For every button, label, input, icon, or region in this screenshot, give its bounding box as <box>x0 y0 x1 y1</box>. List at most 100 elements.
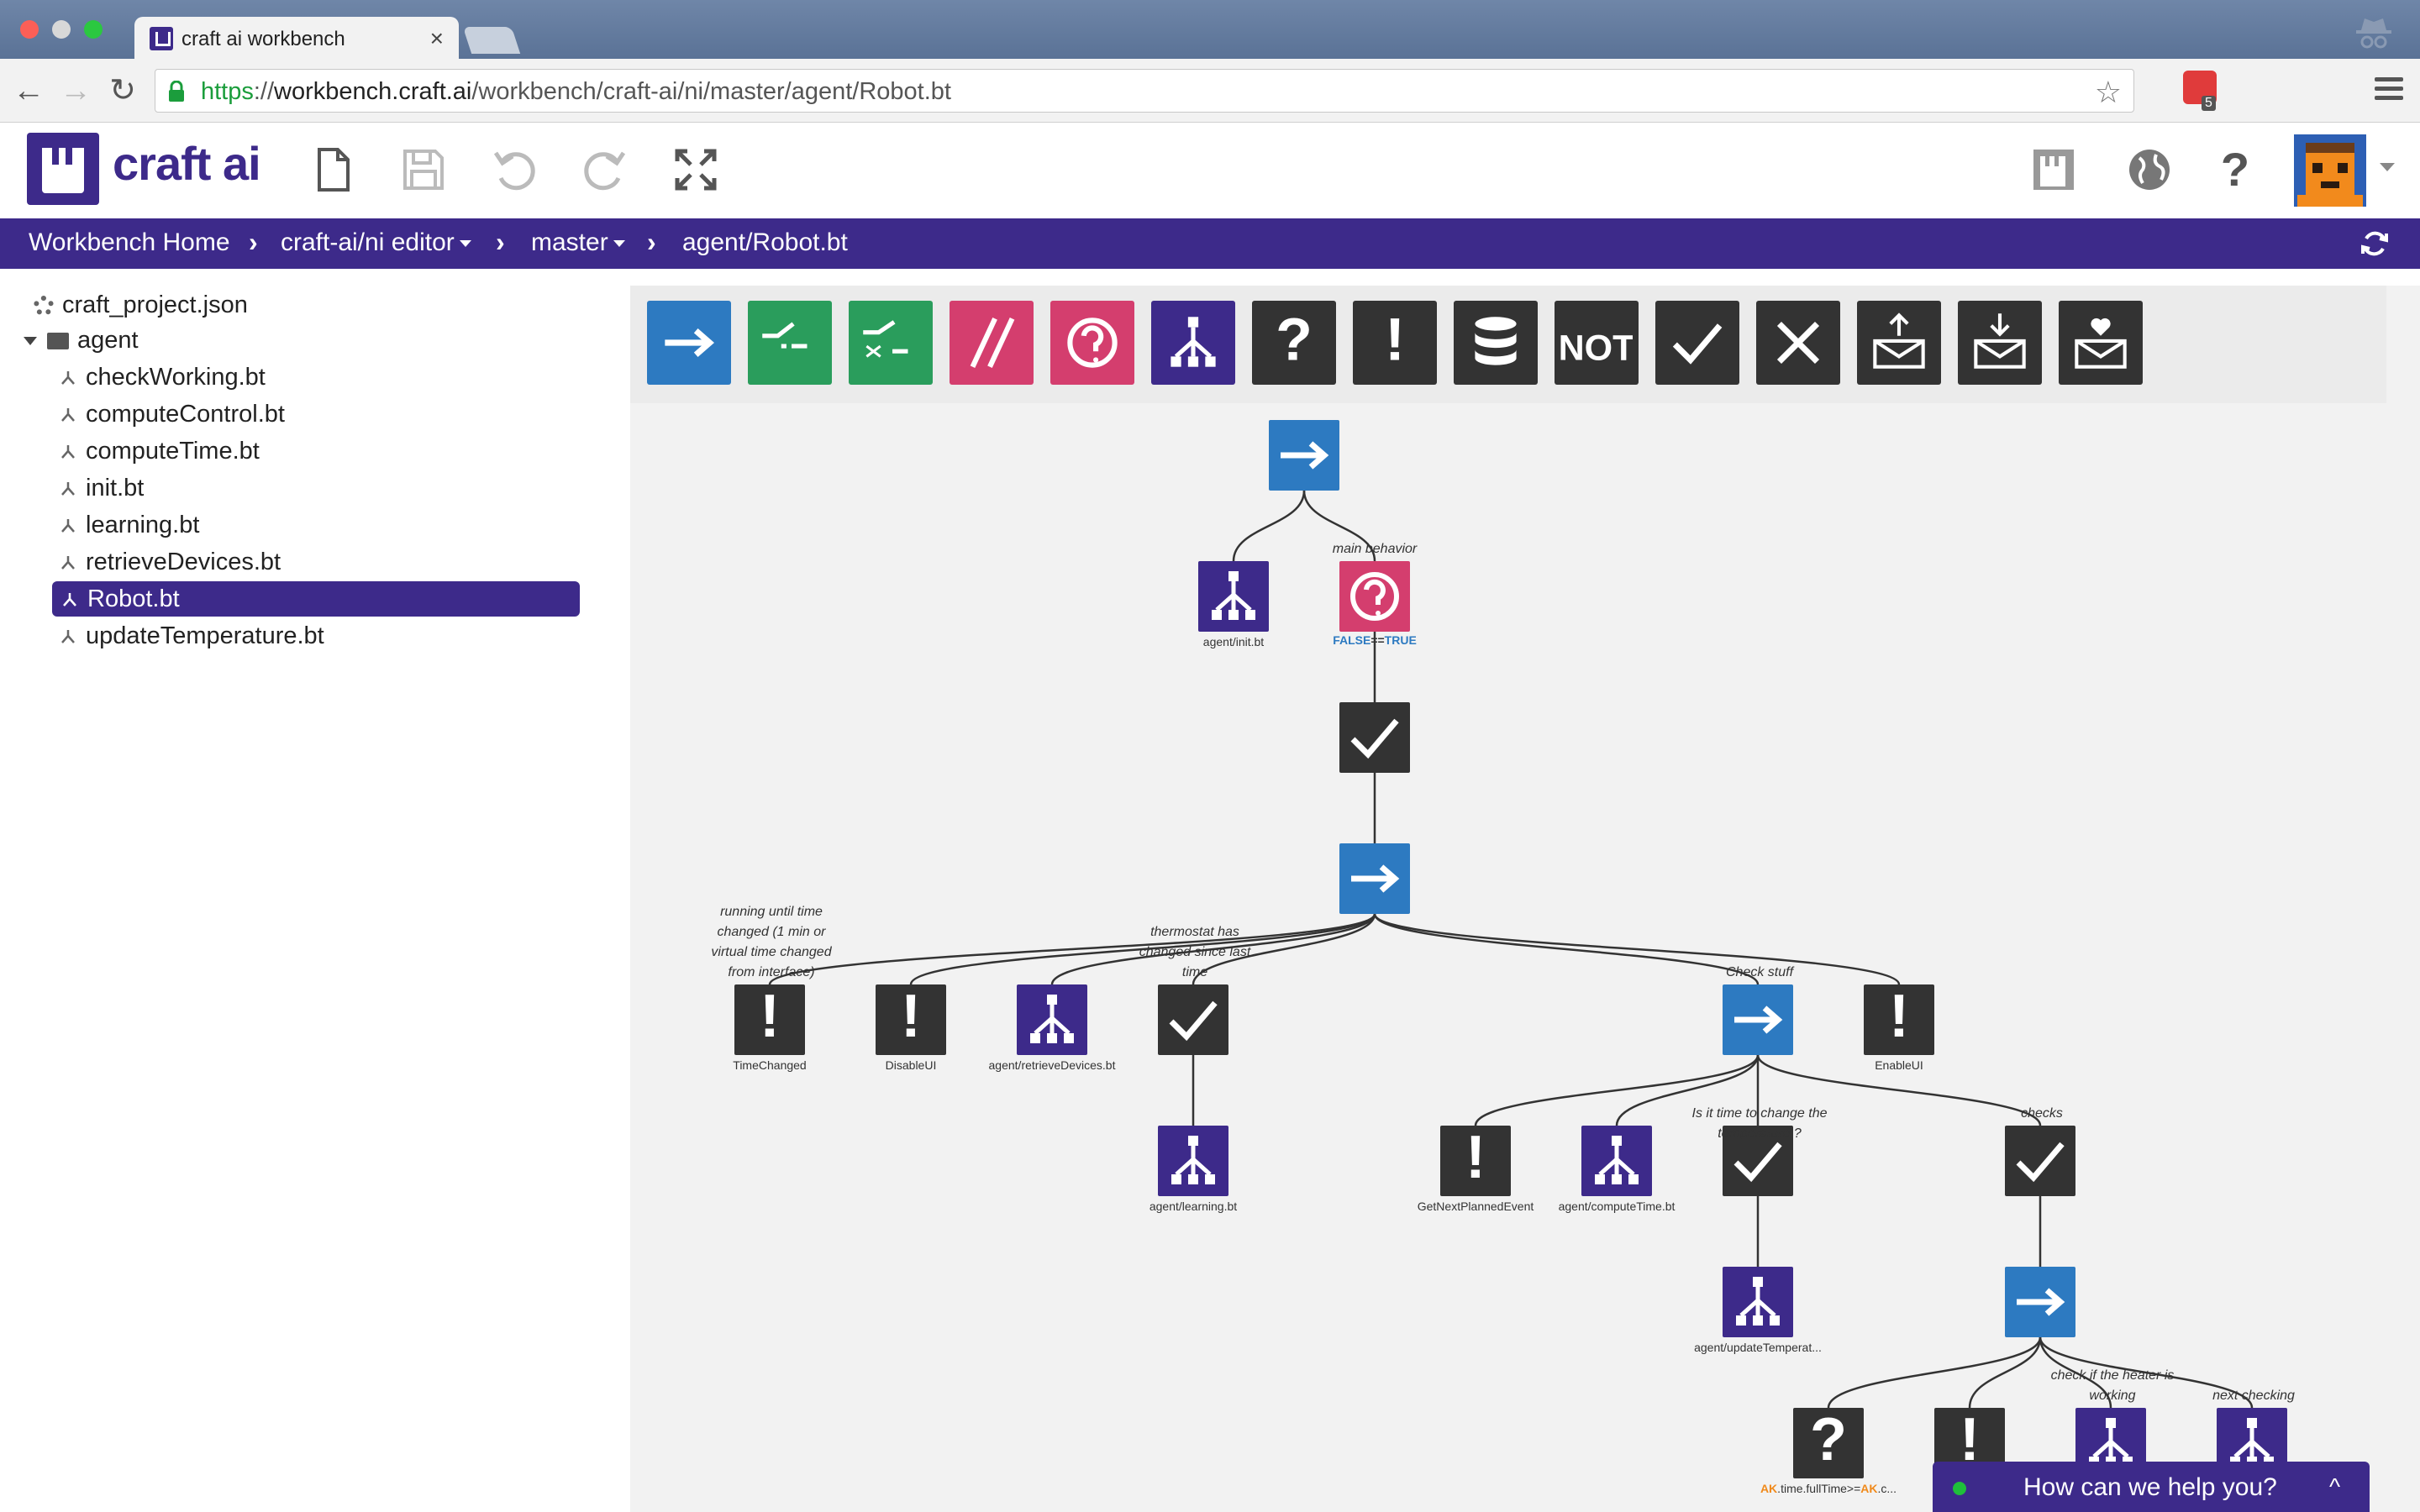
window-close-button[interactable] <box>20 20 39 39</box>
sequence-icon <box>2017 1288 2065 1316</box>
node-palette: ?! NOT <box>630 286 2386 403</box>
annotation-line: changed (1 min or <box>717 925 826 939</box>
refresh-icon[interactable] <box>2360 228 2390 259</box>
tree-file-item[interactable]: computeTime.bt <box>59 433 260 469</box>
annotation-line: thermostat has <box>1150 925 1239 939</box>
subtree-icon <box>1030 995 1074 1043</box>
new-file-icon[interactable] <box>308 144 358 195</box>
palette-receive-message-icon[interactable] <box>1958 301 2042 385</box>
tree-node-sequence[interactable] <box>1269 420 1339 491</box>
file-name: retrieveDevices.bt <box>86 549 281 575</box>
tab-title: craft ai workbench <box>182 28 345 50</box>
chat-label: How can we help you? <box>2023 1473 2277 1501</box>
tree-node-success[interactable] <box>1158 984 1228 1055</box>
palette-while-icon[interactable] <box>1050 301 1134 385</box>
palette-love-message-icon[interactable] <box>2059 301 2143 385</box>
tree-file-item[interactable]: computeControl.bt <box>59 396 285 432</box>
back-arrow-icon[interactable]: ← <box>12 74 45 108</box>
reload-icon[interactable]: ↻ <box>106 74 139 108</box>
globe-icon[interactable] <box>2124 144 2175 195</box>
tree-node-subtree[interactable] <box>1723 1267 1793 1337</box>
undo-icon[interactable] <box>489 144 539 195</box>
tree-node-condition[interactable]: ? <box>1793 1408 1864 1478</box>
tree-folder-agent[interactable]: agent <box>24 323 139 358</box>
condition-icon: ? <box>1810 1408 1847 1473</box>
svg-text:!: ! <box>760 984 780 1050</box>
breadcrumb-home[interactable]: Workbench Home <box>29 228 230 257</box>
tree-node-subtree[interactable] <box>1158 1126 1228 1196</box>
window-minimize-button[interactable] <box>52 20 71 39</box>
craft-logo-icon[interactable] <box>27 133 99 205</box>
tree-file-item[interactable]: checkWorking.bt <box>59 360 266 395</box>
palette-success-icon[interactable] <box>1655 301 1739 385</box>
palette-database-icon[interactable] <box>1454 301 1538 385</box>
craft-icon[interactable] <box>2028 144 2079 195</box>
tree-node-action[interactable]: ! <box>1440 1126 1511 1196</box>
tree-file-item[interactable]: retrieveDevices.bt <box>59 544 281 580</box>
palette-subtree-icon[interactable] <box>1151 301 1235 385</box>
incognito-icon[interactable] <box>2353 12 2395 54</box>
new-tab-button[interactable] <box>462 27 521 54</box>
action-glyph: ! <box>1385 307 1405 373</box>
file-name: checkWorking.bt <box>86 364 266 391</box>
caret-down-icon <box>459 240 471 248</box>
tree-file-item[interactable]: init.bt <box>59 470 144 506</box>
node-label: agent/init.bt <box>1202 635 1265 648</box>
palette-parallel-icon[interactable] <box>950 301 1034 385</box>
tree-edge <box>1373 913 1760 985</box>
palette-not-icon[interactable]: NOT <box>1555 301 1639 385</box>
annotation-line: main behavior <box>1332 542 1418 556</box>
palette-send-message-icon[interactable] <box>1857 301 1941 385</box>
bookmark-star-icon[interactable]: ☆ <box>2095 75 2122 110</box>
tree-file-item[interactable]: learning.bt <box>59 507 199 543</box>
breadcrumb-branch-dropdown[interactable]: master <box>531 228 625 257</box>
behavior-tree-editor[interactable]: ?! NOT agent/init.bt! TimeChanged! DisableU… <box>630 286 2420 1512</box>
tree-node-action[interactable]: ! <box>734 984 805 1055</box>
tree-item-project-file[interactable]: craft_project.json <box>34 287 248 323</box>
tree-node-sequence[interactable] <box>1723 984 1793 1055</box>
window-zoom-button[interactable] <box>84 20 103 39</box>
forward-arrow-icon[interactable]: → <box>59 74 92 108</box>
tree-node-action[interactable]: ! <box>876 984 946 1055</box>
tree-node-subtree[interactable] <box>1198 561 1269 632</box>
browser-menu-icon[interactable] <box>2375 77 2403 101</box>
palette-condition-icon[interactable]: ? <box>1252 301 1336 385</box>
help-chat-widget[interactable]: How can we help you? ^ <box>1933 1462 2370 1512</box>
avatar[interactable] <box>2294 134 2366 207</box>
brand-name[interactable]: craft ai <box>113 136 261 191</box>
save-icon[interactable] <box>398 144 449 195</box>
palette-action-icon[interactable]: ! <box>1353 301 1437 385</box>
tree-file-item[interactable]: Robot.bt <box>52 581 580 617</box>
url-input[interactable]: https://workbench.craft.ai/workbench/cra… <box>155 69 2134 113</box>
tab-close-icon[interactable]: × <box>430 25 444 52</box>
browser-tab[interactable]: craft ai workbench × <box>134 17 459 59</box>
tree-file-item[interactable]: updateTemperature.bt <box>59 618 324 654</box>
redo-icon[interactable] <box>580 144 630 195</box>
while-glyph <box>1067 318 1118 368</box>
online-status-icon <box>1953 1482 1966 1495</box>
database-glyph <box>1475 317 1517 365</box>
tree-canvas[interactable] <box>630 286 2420 1512</box>
tree-node-subtree[interactable] <box>1581 1126 1652 1196</box>
tree-node-sequence[interactable] <box>2005 1267 2075 1337</box>
breadcrumb-file[interactable]: agent/Robot.bt <box>682 228 848 257</box>
tree-node-sequence[interactable] <box>1339 843 1410 914</box>
user-menu-caret-icon[interactable] <box>2380 163 2395 171</box>
breadcrumb: Workbench Home › craft-ai/ni editor › ma… <box>0 218 2420 269</box>
palette-sequence-icon[interactable] <box>647 301 731 385</box>
tree-node-success[interactable] <box>2005 1126 2075 1196</box>
palette-priority-icon[interactable] <box>748 301 832 385</box>
help-icon[interactable]: ? <box>2210 144 2260 195</box>
palette-failure-icon[interactable] <box>1756 301 1840 385</box>
breadcrumb-project-dropdown[interactable]: craft-ai/ni editor <box>281 228 471 257</box>
chevron-up-icon[interactable]: ^ <box>2329 1473 2340 1500</box>
tree-node-while[interactable] <box>1339 561 1410 632</box>
tree-node-action[interactable]: ! <box>1864 984 1934 1055</box>
tree-node-subtree[interactable] <box>1017 984 1087 1055</box>
palette-random-icon[interactable] <box>849 301 933 385</box>
tree-node-success[interactable] <box>1339 702 1410 773</box>
breadcrumb-separator: › <box>647 227 656 257</box>
browser-address-bar: ← → ↻ https://workbench.craft.ai/workben… <box>0 59 2420 123</box>
extension-badge: 5 <box>2202 96 2216 111</box>
fullscreen-icon[interactable] <box>671 144 721 195</box>
